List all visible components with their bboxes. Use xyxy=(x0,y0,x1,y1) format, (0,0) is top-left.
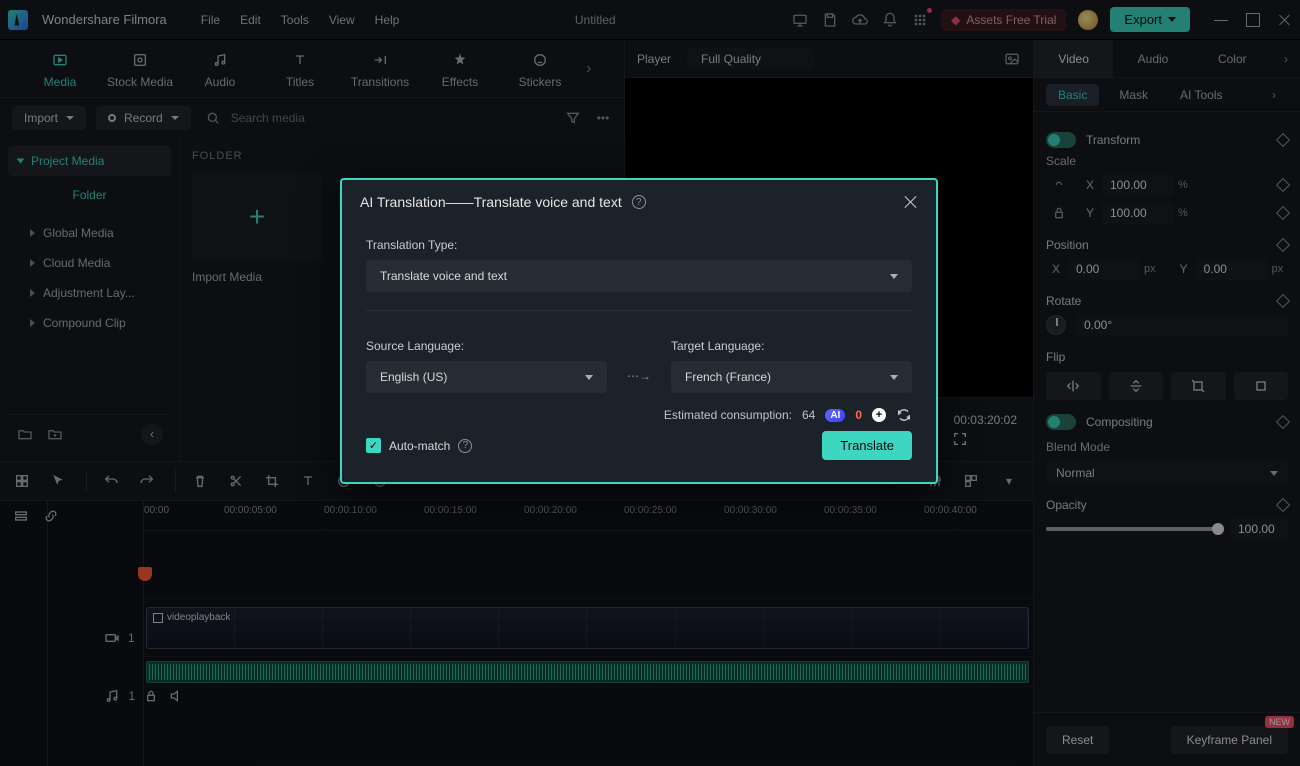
translation-type-select[interactable]: Translate voice and text xyxy=(366,260,912,292)
chevron-down-icon xyxy=(890,274,898,279)
arrow-right-icon: ⋯→ xyxy=(627,369,651,393)
est-consumption-label: Estimated consumption: xyxy=(664,408,792,422)
auto-match-label: Auto-match xyxy=(389,439,450,453)
source-language-select[interactable]: English (US) xyxy=(366,361,607,393)
translation-type-label: Translation Type: xyxy=(366,238,912,252)
source-language-label: Source Language: xyxy=(366,339,607,353)
modal-title: AI Translation——Translate voice and text xyxy=(360,194,622,210)
modal-close-button[interactable] xyxy=(904,195,918,209)
info-icon[interactable]: ? xyxy=(458,439,472,453)
info-icon[interactable]: ? xyxy=(632,195,646,209)
auto-match-checkbox[interactable]: ✓ xyxy=(366,438,381,453)
chevron-down-icon xyxy=(585,375,593,380)
est-consumption-value: 64 xyxy=(802,408,815,422)
target-language-select[interactable]: French (France) xyxy=(671,361,912,393)
translate-button[interactable]: Translate xyxy=(822,431,912,460)
add-credits-button[interactable]: + xyxy=(872,408,886,422)
credits-remaining: 0 xyxy=(855,408,862,422)
chevron-down-icon xyxy=(890,375,898,380)
ai-badge-icon: AI xyxy=(825,409,845,422)
refresh-icon[interactable] xyxy=(896,407,912,423)
ai-translation-modal: AI Translation——Translate voice and text… xyxy=(340,178,938,484)
target-language-label: Target Language: xyxy=(671,339,912,353)
